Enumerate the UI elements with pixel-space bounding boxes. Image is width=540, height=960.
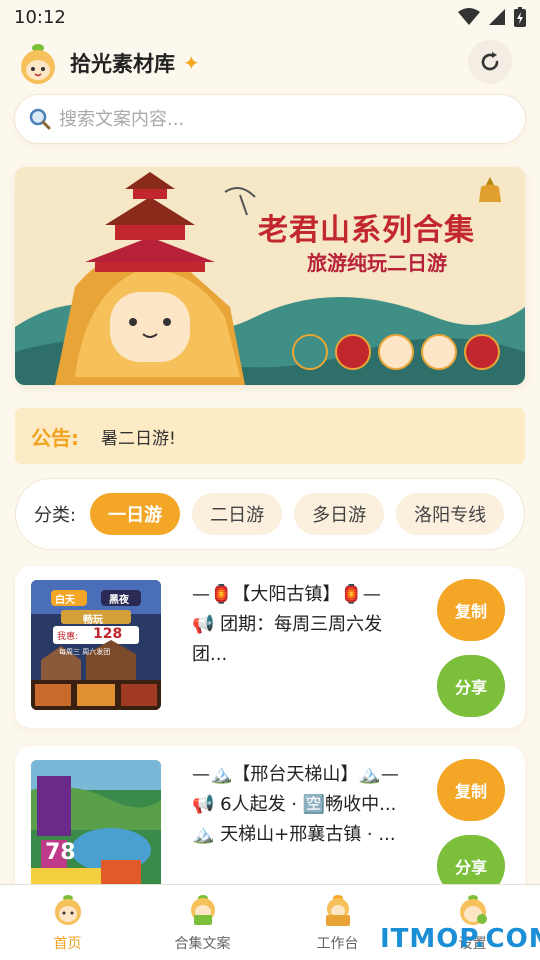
category-chip-luoyang[interactable]: 洛阳专线 [396,493,505,535]
thumb-price: 128 [93,626,123,642]
wifi-icon [458,8,480,25]
tab-home[interactable]: 首页 [0,885,135,960]
tab-label: 首页 [53,936,82,952]
status-bar: 10:12 [0,0,540,34]
banner-title: 老君山系列合集 [258,213,475,248]
tour-card[interactable]: 白天 黑夜 畅玩 我惠: 128 每周三 周六发团 —🏮【大阳古镇】🏮— 📢 团… [15,566,525,728]
promo-banner[interactable]: 老君山系列合集 旅游纯玩二日游 [15,167,525,385]
tab-label: 工作台 [316,936,359,952]
status-time: 10:12 [14,6,66,28]
search-input[interactable] [59,108,479,130]
app-title: 拾光素材库 [70,52,175,76]
announcement-label: 公告: [31,425,79,450]
thumb-night-text: 黑夜 [109,595,129,606]
tour-thumbnail-image [31,580,161,710]
mascot-workbench-icon [325,895,350,926]
refresh-icon [481,52,499,71]
mascot-settings-icon [459,895,487,925]
thumb-price-label: 我惠: [57,632,79,642]
refresh-button[interactable] [468,40,512,84]
tour-line: —🏮【大阳古镇】🏮— [192,584,381,605]
tab-collection[interactable]: 合集文案 [135,885,270,960]
mascot-collection-icon [190,895,215,925]
category-chip-multi-day[interactable]: 多日游 [294,493,385,535]
banner-subtitle: 旅游纯玩二日游 [307,251,447,275]
share-button[interactable]: 分享 [437,655,505,717]
tab-label: 合集文案 [174,936,231,952]
search-bar[interactable] [14,94,526,144]
category-chip-one-day[interactable]: 一日游 [90,493,181,535]
banner-illustration [15,167,525,385]
tour-thumbnail: 78 [31,760,161,890]
tour-line: —🏔️【邢台天梯山】🏔️— [192,764,399,785]
search-icon [29,108,51,130]
thumb-days-text: 每周三 周六发团 [59,648,111,656]
battery-icon [514,7,526,27]
tour-thumbnail: 白天 黑夜 畅玩 我惠: 128 每周三 周六发团 [31,580,161,710]
tour-description: —🏮【大阳古镇】🏮— 📢 团期：每周三周六发 团... [192,580,422,670]
thumb-tag-text: 畅玩 [83,615,103,626]
tour-line: 📢 团期：每周三周六发 [192,614,383,635]
category-label: 分类: [34,505,77,526]
category-selector: 分类: 一日游 二日游 多日游 洛阳专线 [15,478,525,550]
status-icons [458,7,526,27]
thumb-price: 78 [45,840,76,865]
copy-button[interactable]: 复制 [437,579,505,641]
sparkle-icon: ✦ [183,51,200,75]
mascot-avatar-icon [21,44,55,84]
copy-button[interactable]: 复制 [437,759,505,821]
signal-icon [489,9,505,25]
watermark: ITMOP.COM [380,924,540,954]
app-header: 拾光素材库 ✦ [16,38,524,88]
announcement-bar: 公告: 暑二日游! [15,408,525,464]
category-chip-two-day[interactable]: 二日游 [192,493,283,535]
tour-description: —🏔️【邢台天梯山】🏔️— 📢 6人起发 · 🈳畅收中... 🏔️ 天梯山+邢襄… [192,760,422,850]
tour-line: 📢 6人起发 · 🈳畅收中... [192,794,397,815]
tour-line: 🏔️ 天梯山+邢襄古镇 · ... [192,824,396,845]
tour-line: 团... [192,644,228,665]
mascot-home-icon [54,895,81,925]
thumb-day-text: 白天 [55,595,75,606]
tour-thumbnail-image [31,760,161,890]
announcement-text: 暑二日游! [101,428,176,449]
